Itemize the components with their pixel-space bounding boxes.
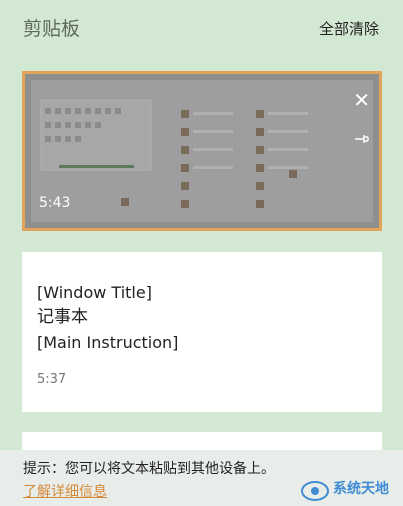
item-text-content: [Window Title] 记事本 [Main Instruction] <box>37 280 178 355</box>
clipboard-header: 剪贴板 全部清除 <box>0 0 403 60</box>
clear-all-button[interactable]: 全部清除 <box>319 18 379 39</box>
pin-icon[interactable] <box>352 130 370 148</box>
text-line: [Main Instruction] <box>37 333 179 352</box>
learn-more-link[interactable]: 了解详细信息 <box>23 481 107 501</box>
watermark-text: 系统天地 <box>333 481 389 497</box>
clipboard-title: 剪贴板 <box>23 18 81 40</box>
image-thumbnail <box>31 80 373 222</box>
watermark-logo <box>301 481 329 501</box>
tip-text: 提示：您可以将文本粘贴到其他设备上。 <box>23 461 275 477</box>
clipboard-item-image[interactable]: ✕ 5:43 <box>22 71 382 231</box>
item-time: 5:43 <box>39 195 71 211</box>
close-icon[interactable]: ✕ <box>353 90 370 110</box>
text-line: 记事本 <box>37 307 88 327</box>
text-line: [Window Title] <box>37 283 152 302</box>
item-time: 5:37 <box>37 372 67 387</box>
clipboard-item-text[interactable]: [Window Title] 记事本 [Main Instruction] 5:… <box>22 252 382 412</box>
